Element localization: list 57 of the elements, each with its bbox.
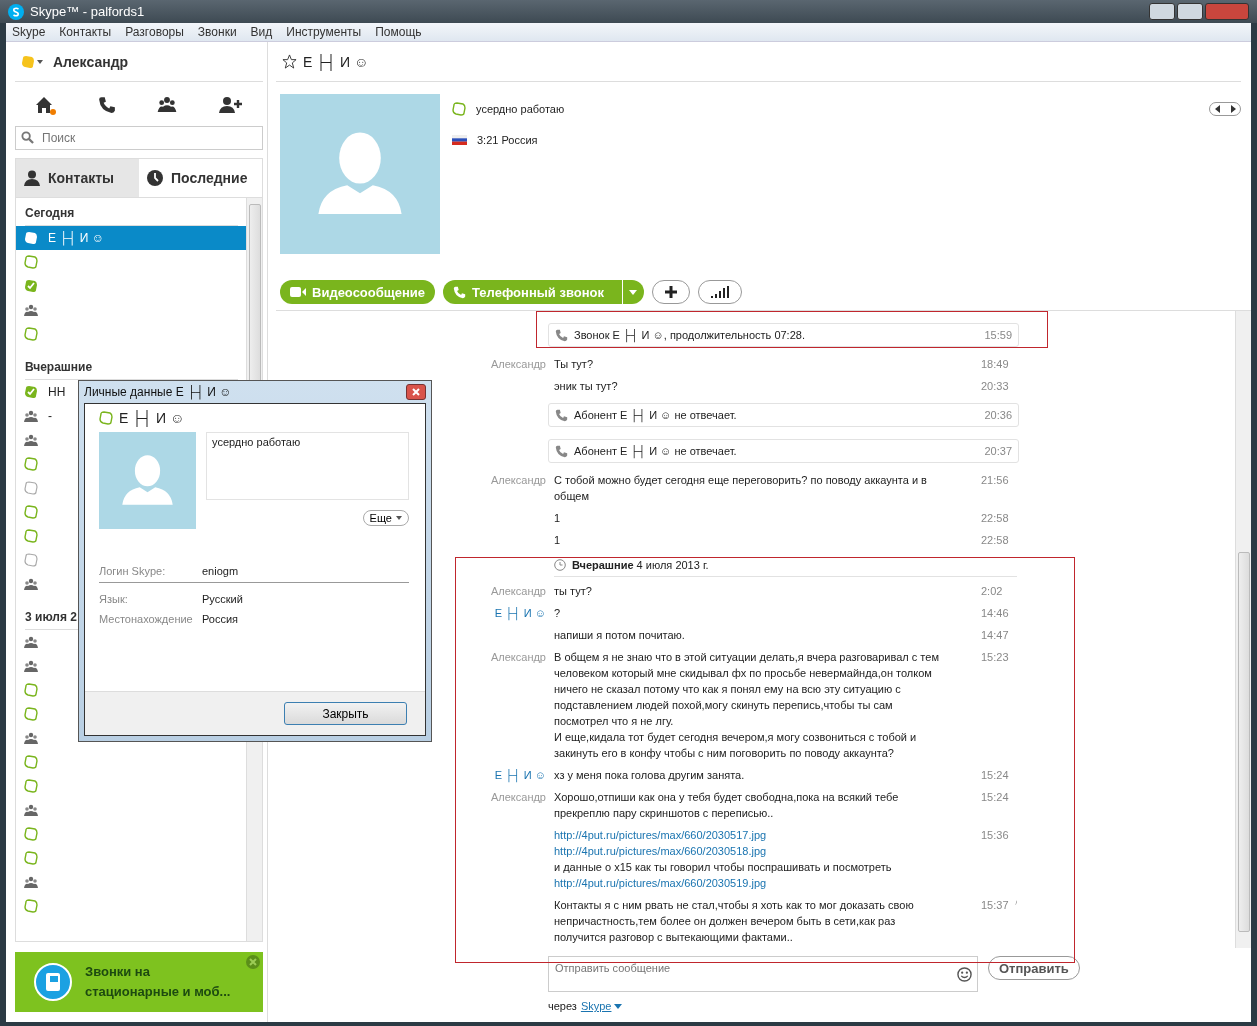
- dialog-title: Личные данные Ε ├┤ И ☺: [84, 385, 232, 399]
- sender-name: Александр: [489, 650, 546, 665]
- message-text: и данные о х15 как ты говорил чтобы поспрашивать и посмотреть: [554, 860, 893, 875]
- message-text: 1: [554, 533, 562, 548]
- message-time: 20:37: [984, 444, 1012, 459]
- sender-name: Александр: [489, 357, 546, 372]
- message-time: 15:59: [984, 328, 1012, 343]
- local-time: 3:21 Россия: [477, 134, 538, 146]
- message-time: 22:58: [981, 511, 1009, 526]
- message-time: 15:37: [981, 898, 1009, 913]
- sender-name: Александр: [489, 790, 546, 805]
- message-time: 15:24: [981, 768, 1009, 783]
- message-time: 20:36: [984, 408, 1012, 423]
- message-text: И еще,кидала тот будет сегодня вечером,я могу созвониться с тобой и закинуть его в конфу чтобы с ним поговорить по поводу аккаунта?: [554, 730, 918, 761]
- message-text: напиши я потом почитаю.: [554, 628, 686, 643]
- message-time: 14:47: [981, 628, 1009, 643]
- message-time: 22:58: [981, 533, 1009, 548]
- message-text: ?: [554, 606, 562, 621]
- sender-name: Ε ├┤ И ☺: [493, 606, 546, 621]
- field-label: Язык:: [99, 593, 129, 605]
- message-time: 15:24: [981, 790, 1009, 805]
- message-text: хз у меня пока голова другим занята.: [554, 768, 746, 783]
- window-title: Skype™ - palfords1: [30, 4, 145, 19]
- message-text: В общем я не знаю что в этой ситуации делать,я вчера разговаривал с тем человеком который мне скидывал фх по просьбе невермайнда,он толком ничего не сказал потому что как я понял ему на всю эту ситуацию с подставлением людей похой,могу скинуть перепись,чтобы ты сам посмотрел что я не лгу.: [554, 650, 940, 729]
- call-text: Звонок Ε ├┤ И ☺, продолжительность 07:28.: [574, 328, 805, 343]
- mood-box: усердно работаю: [206, 432, 409, 500]
- message-time: 21:56: [981, 473, 1009, 488]
- message-time: 2:02: [981, 584, 1003, 599]
- promo-text: Звонки на стационарные и моб...: [85, 963, 232, 1001]
- message-text: С тобой можно будет сегодня еще переговорить? по поводу аккаунта и в общем: [554, 473, 928, 504]
- field-value: Россия: [202, 613, 240, 625]
- call-text: Абонент Ε ├┤ И ☺ не отвечает.: [574, 444, 737, 459]
- field-value: eniogm: [202, 565, 240, 577]
- field-label: Логин Skype:: [99, 565, 167, 577]
- profile-name: Александр: [53, 53, 129, 70]
- message-time: 15:23: [981, 650, 1009, 665]
- message-text: 1: [554, 511, 562, 526]
- message-text: Ты тут?: [554, 357, 594, 372]
- message-time: 14:46: [981, 606, 1009, 621]
- dialog-contact-name: Ε ├┤ И ☺: [119, 410, 185, 426]
- sender-name: Александр: [489, 584, 546, 599]
- message-time: 20:33: [981, 379, 1009, 394]
- message-time: 15:36: [981, 828, 1009, 843]
- contact-name: Ε ├┤ И ☺: [303, 53, 369, 70]
- message-text: эник ты тут?: [554, 379, 619, 394]
- call-text: Абонент Ε ├┤ И ☺ не отвечает.: [574, 408, 737, 423]
- sender-name: Александр: [489, 473, 546, 488]
- sender-name: Ε ├┤ И ☺: [493, 768, 546, 783]
- via-label: через: [548, 1000, 577, 1012]
- field-label: Местонахождение: [99, 613, 194, 625]
- mood-text: усердно работаю: [476, 103, 565, 115]
- message-text: ты тут?: [554, 584, 593, 599]
- date-heading: Вчерашние 4 июля 2013 г.: [572, 558, 709, 573]
- message-time: 18:49: [981, 357, 1009, 372]
- message-text: Хорошо,отпиши как она у тебя будет свободна,пока на всякий тебе прекреплю пару скриншотов с переписью..: [554, 790, 900, 821]
- field-value: Русский: [202, 593, 244, 605]
- message-text: Контакты я с ним рвать не стал,чтобы я хоть как то мог доказать свою непричастность,тем более он должен вечером быть в сети,как раз получится разговор с вытекающими фактами..: [554, 898, 915, 945]
